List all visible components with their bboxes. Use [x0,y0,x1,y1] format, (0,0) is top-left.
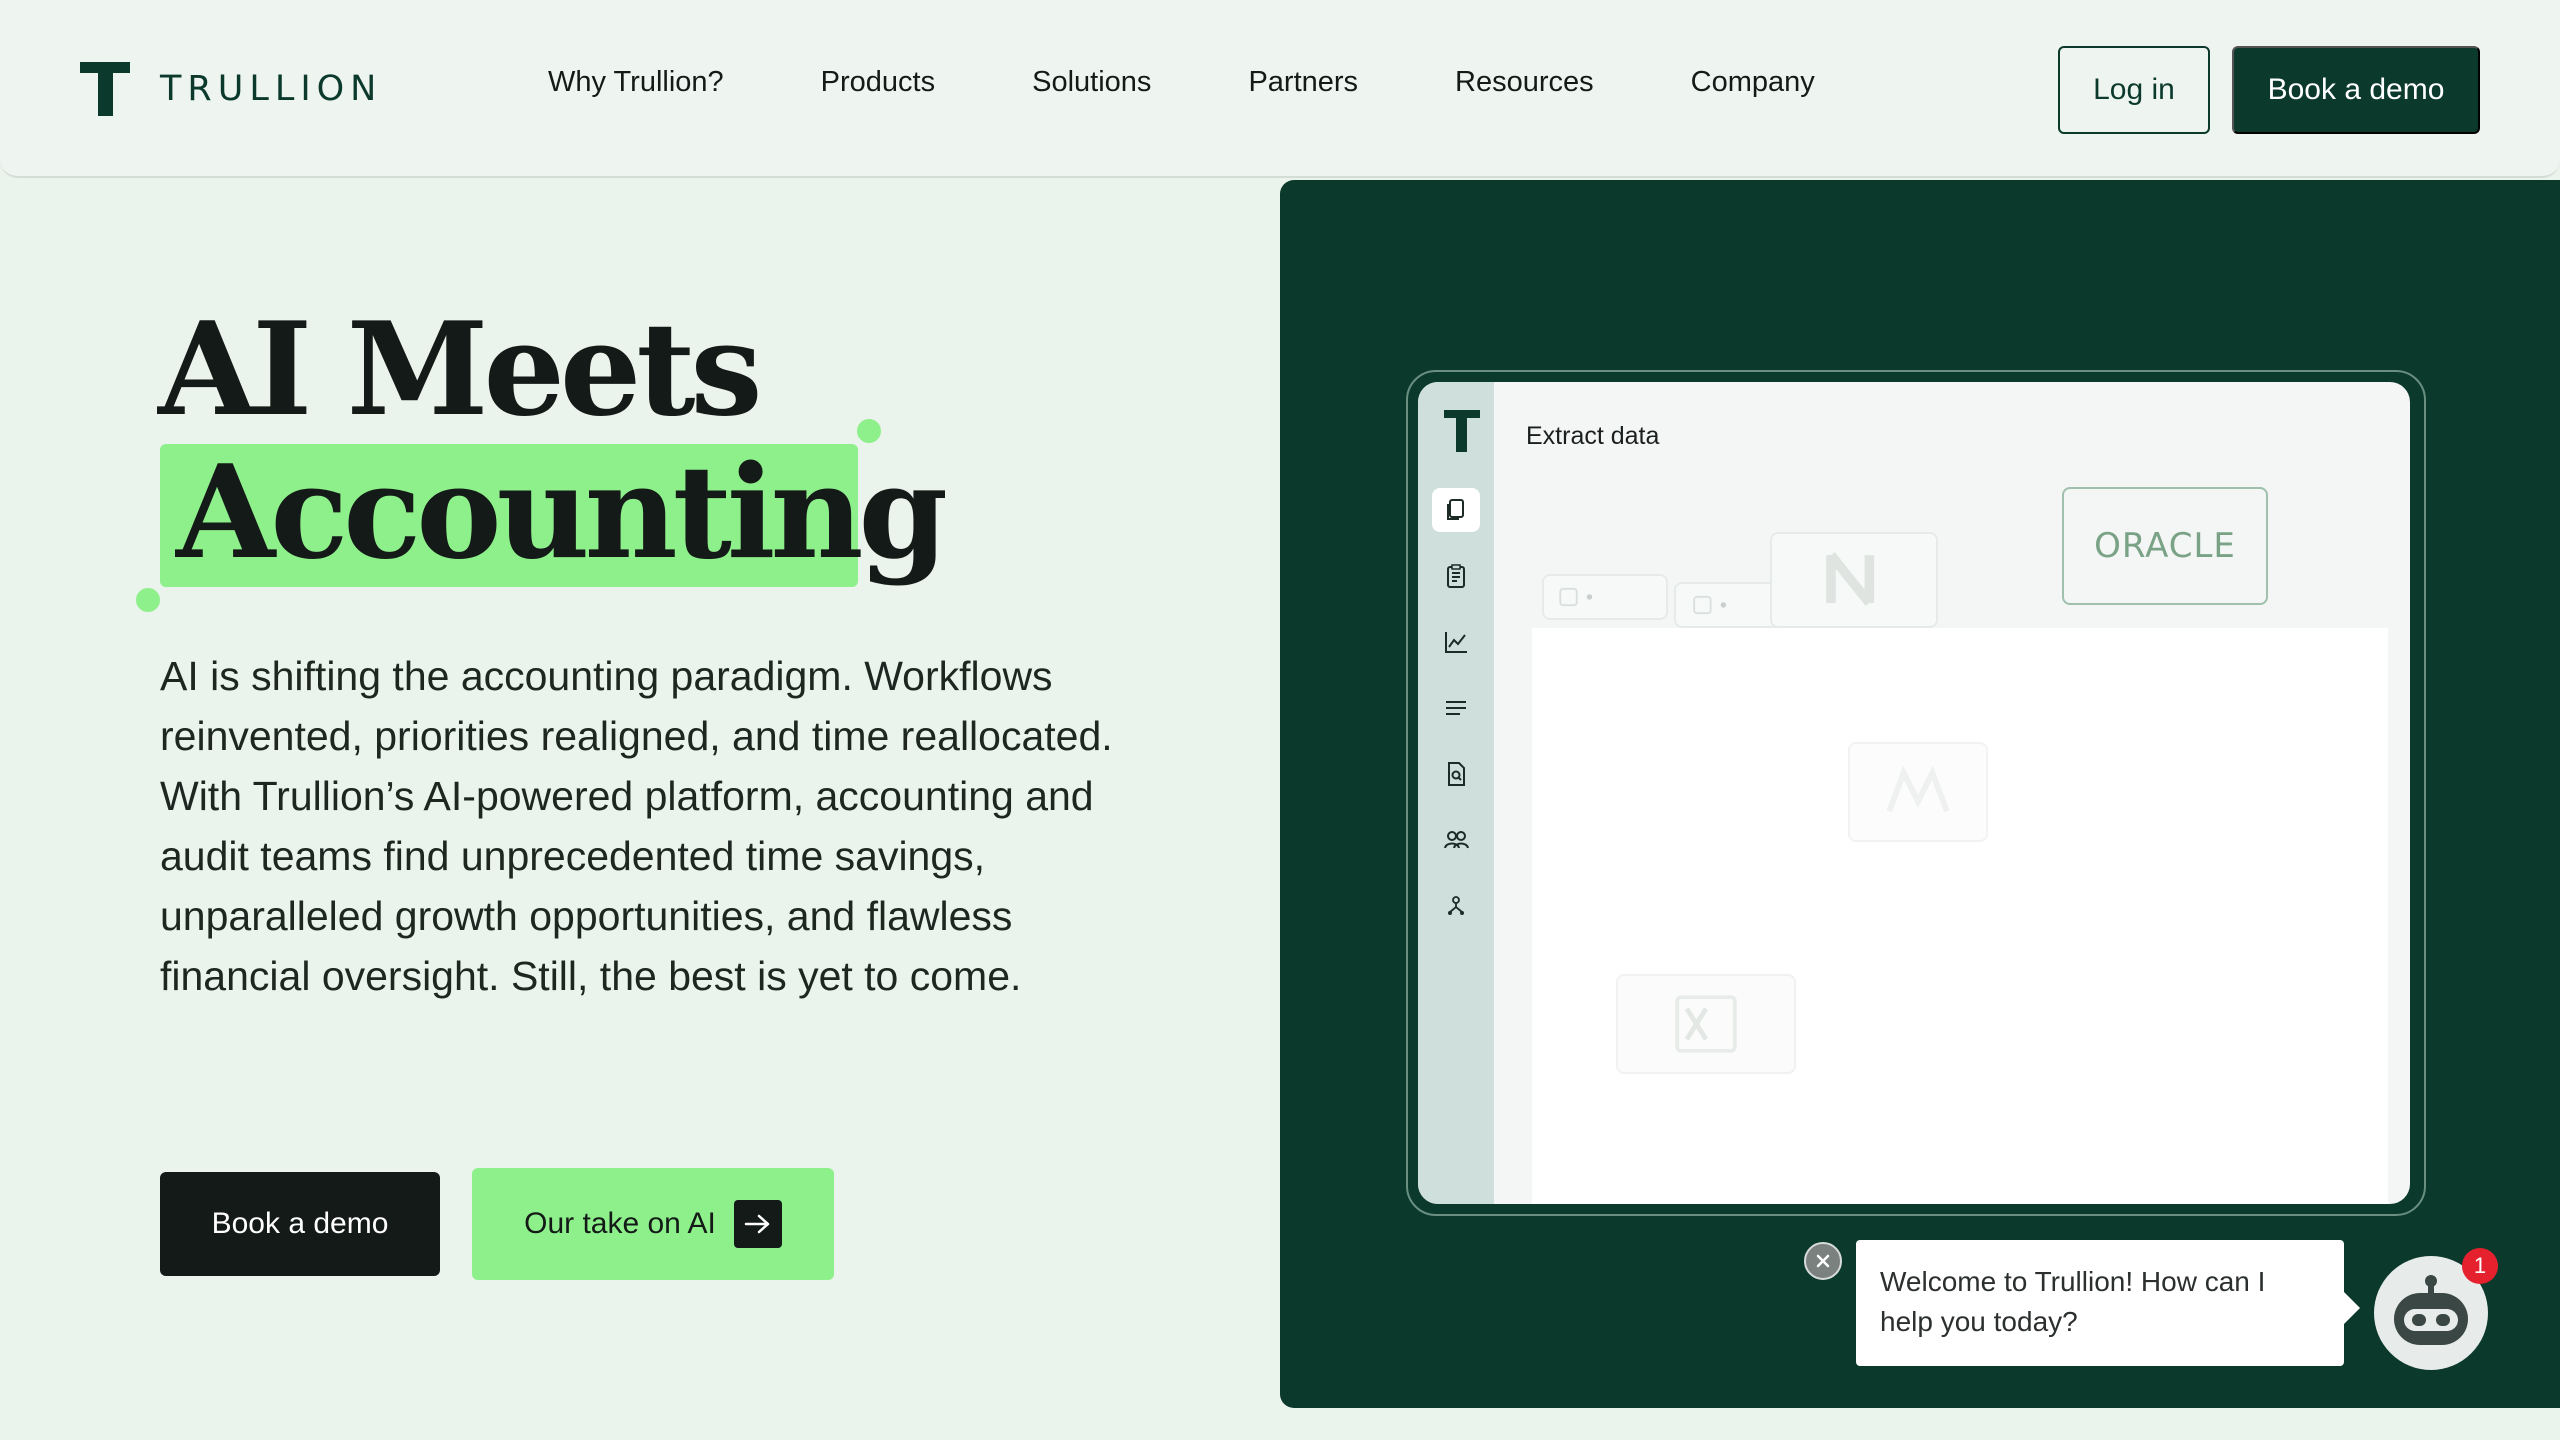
documents-icon[interactable] [1432,488,1480,532]
our-take-on-ai-button[interactable]: Our take on AI [472,1168,834,1280]
trullion-logo[interactable]: TRULLION [80,62,382,116]
book-demo-hero-button[interactable]: Book a demo [160,1172,440,1276]
excel-logo-card [1616,974,1796,1074]
nav-item-resources[interactable]: Resources [1455,66,1594,99]
netsuite-logo-card [1770,532,1938,628]
chat-welcome-message: Welcome to Trullion! How can I help you … [1880,1266,2266,1337]
robot-icon [2394,1275,2468,1345]
users-icon[interactable] [1432,818,1480,862]
app-logo-icon [1444,410,1480,452]
nav-item-products[interactable]: Products [821,66,935,99]
hierarchy-icon[interactable] [1432,884,1480,928]
book-demo-hero-label: Book a demo [211,1207,389,1240]
login-button[interactable]: Log in [2058,46,2210,134]
extract-content-area [1532,628,2388,1204]
arrow-right-icon [733,1200,782,1248]
brand-name: TRULLION [160,69,383,109]
close-icon [1816,1254,1830,1268]
hero-title-line-2: Accounting [176,438,948,588]
app-preview-window: Extract data ORACLE [1418,382,2410,1204]
main-nav: Why Trullion? Products Solutions Partner… [548,66,1815,99]
file-search-icon[interactable] [1432,752,1480,796]
trullion-logo-icon [80,62,130,116]
chart-icon[interactable] [1432,620,1480,664]
nav-item-company[interactable]: Company [1691,66,1815,99]
hero-description: AI is shifting the accounting paradigm. … [160,653,1113,999]
our-take-on-ai-label: Our take on AI [524,1207,716,1240]
oracle-logo-card: ORACLE [2062,487,2268,605]
nav-item-partners[interactable]: Partners [1248,66,1358,99]
book-demo-header-button[interactable]: Book a demo [2232,46,2480,134]
nav-item-why-trullion[interactable]: Why Trullion? [548,66,724,99]
highlight-handle-bottom [136,588,160,612]
chat-notification-badge: 1 [2462,1248,2498,1284]
app-sidebar [1418,382,1494,1204]
clipboard-icon[interactable] [1432,554,1480,598]
extract-data-title: Extract data [1526,422,1660,450]
site-header: TRULLION Why Trullion? Products Solution… [0,0,2560,178]
quickbooks-logo-card [1848,742,1988,842]
chat-close-button[interactable] [1804,1242,1842,1280]
chat-bubble-tail [2342,1290,2360,1326]
hero-title-line-1: AI Meets [158,295,762,445]
chat-welcome-bubble[interactable]: Welcome to Trullion! How can I help you … [1856,1240,2344,1366]
list-icon[interactable] [1432,686,1480,730]
nav-item-solutions[interactable]: Solutions [1032,66,1151,99]
placeholder-row-card [1542,574,1668,620]
oracle-logo: ORACLE [2094,526,2236,566]
